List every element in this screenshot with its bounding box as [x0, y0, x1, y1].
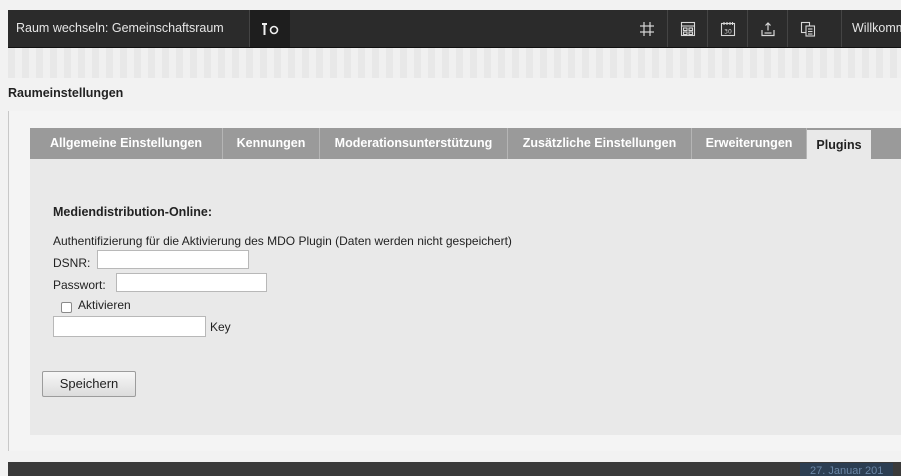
settings-panel: Allgemeine Einstellungen Kennungen Moder… — [8, 111, 901, 451]
copy-button[interactable] — [787, 10, 828, 47]
grid-icon — [639, 21, 655, 37]
footer-bar — [8, 462, 901, 476]
page-title: Raumeinstellungen — [8, 86, 124, 100]
decorative-stripe — [8, 48, 901, 78]
password-input[interactable] — [116, 273, 267, 292]
top-navigation-bar: Raum wechseln: Gemeinschaftsraum 30 Will… — [8, 10, 901, 48]
page-header: Raumeinstellungen — [8, 78, 901, 112]
room-switch-link[interactable]: Raum wechseln: Gemeinschaftsraum — [8, 10, 232, 47]
settings-tools-button[interactable] — [249, 10, 290, 47]
password-label: Passwort: — [53, 278, 106, 292]
tab-bar: Allgemeine Einstellungen Kennungen Moder… — [30, 128, 901, 162]
tab-moderationsunterstuetzung[interactable]: Moderationsunterstützung — [320, 128, 508, 159]
svg-text:30: 30 — [724, 28, 732, 35]
tab-kennungen[interactable]: Kennungen — [223, 128, 320, 159]
settings-tools-icon — [259, 21, 281, 37]
grid-button[interactable] — [627, 10, 667, 47]
key-label: Key — [210, 320, 231, 334]
key-input[interactable] — [53, 316, 206, 337]
section-title: Mediendistribution-Online: — [53, 205, 213, 219]
upload-button[interactable] — [747, 10, 788, 47]
mdo-description: Authentifizierung für die Aktivierung de… — [53, 234, 512, 248]
layout-button[interactable] — [667, 10, 708, 47]
tab-allgemeine-einstellungen[interactable]: Allgemeine Einstellungen — [30, 128, 223, 159]
tab-plugins[interactable]: Plugins — [807, 130, 871, 162]
welcome-text: Willkommen — [841, 10, 901, 47]
upload-icon — [760, 21, 776, 37]
copy-icon — [800, 21, 816, 37]
dsnr-input[interactable] — [97, 250, 249, 269]
calendar-icon: 30 — [720, 21, 736, 37]
plugins-content: Mediendistribution-Online: Authentifizie… — [30, 159, 901, 435]
tab-erweiterungen[interactable]: Erweiterungen — [692, 128, 807, 159]
save-button[interactable]: Speichern — [42, 371, 136, 397]
footer-date: 27. Januar 201 — [800, 463, 893, 476]
dsnr-label: DSNR: — [53, 256, 91, 270]
layout-icon — [680, 21, 696, 37]
tab-zusaetzliche-einstellungen[interactable]: Zusätzliche Einstellungen — [508, 128, 692, 159]
calendar-button[interactable]: 30 — [707, 10, 748, 47]
activate-label: Aktivieren — [78, 298, 131, 312]
activate-checkbox[interactable] — [61, 302, 72, 313]
